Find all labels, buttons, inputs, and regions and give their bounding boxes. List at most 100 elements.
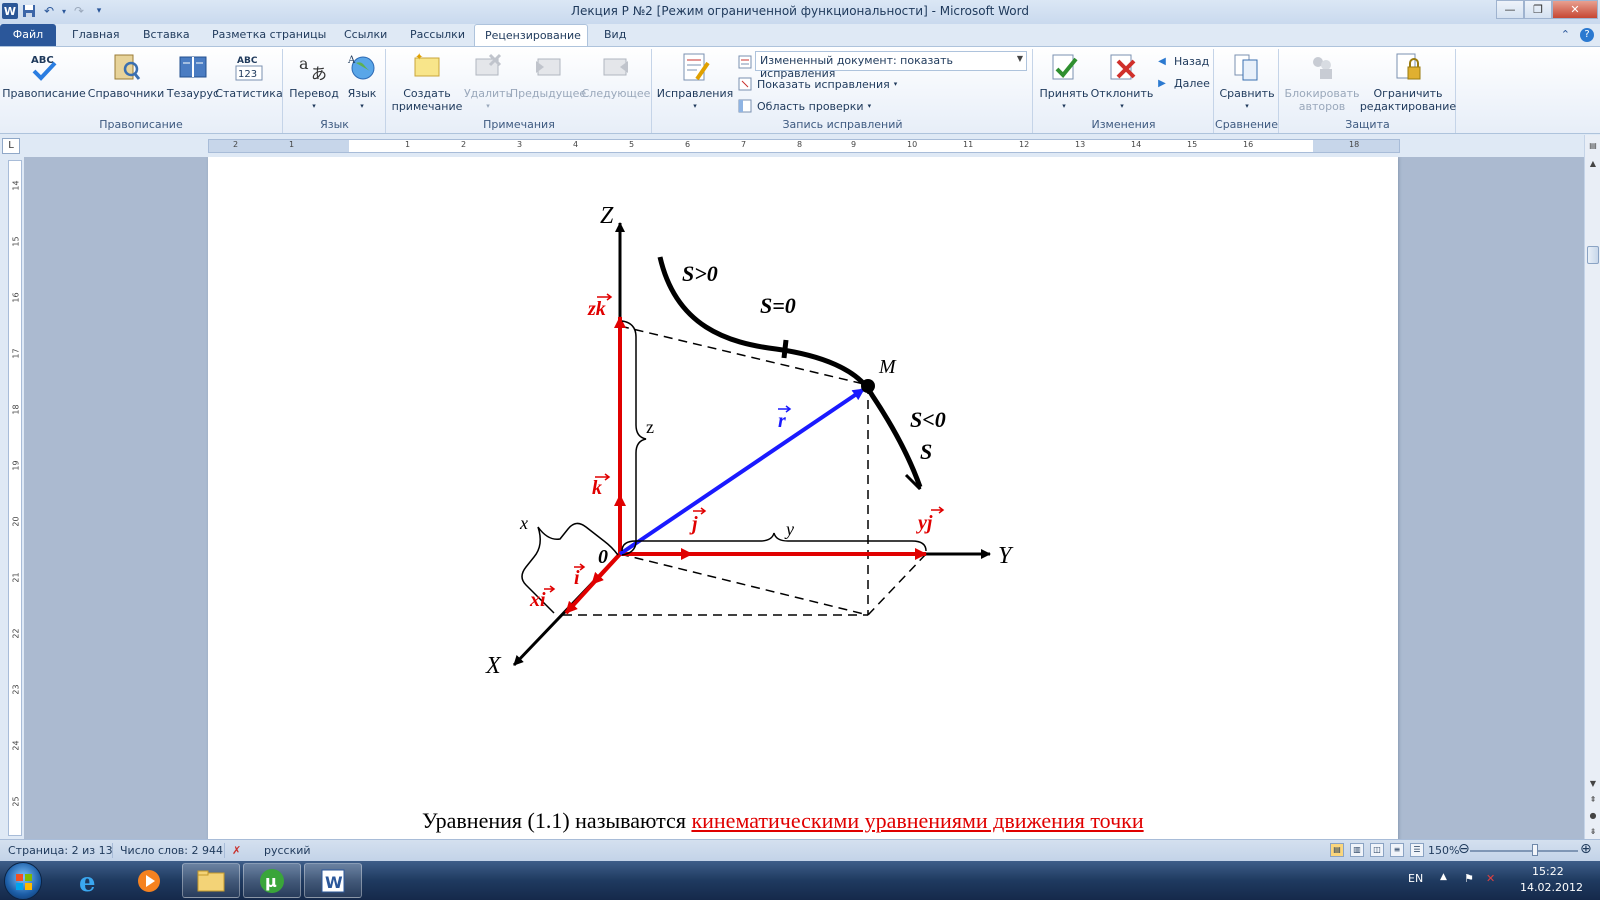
zoom-level[interactable]: 150% bbox=[1428, 844, 1459, 857]
action-center-icon[interactable]: ⚑ bbox=[1464, 872, 1474, 885]
delete-comment-label: Удалить bbox=[463, 87, 513, 100]
clock-time[interactable]: 15:22 bbox=[1532, 865, 1564, 878]
previous-comment-button[interactable]: Предыдущее bbox=[509, 51, 587, 100]
tab-insert[interactable]: Вставка bbox=[133, 24, 200, 46]
taskbar-media-player[interactable] bbox=[120, 863, 178, 898]
tab-file[interactable]: Файл bbox=[0, 24, 56, 46]
web-layout-button[interactable]: ◫ bbox=[1370, 843, 1384, 857]
language-button[interactable]: A Язык ▾ bbox=[342, 51, 382, 113]
label-r: r bbox=[778, 410, 786, 432]
tab-home[interactable]: Главная bbox=[62, 24, 130, 46]
taskbar-internet-explorer[interactable]: e bbox=[60, 863, 118, 898]
tab-view[interactable]: Вид bbox=[594, 24, 636, 46]
block-authors-button[interactable]: Блокировать авторов bbox=[1284, 51, 1360, 113]
research-button[interactable]: Справочники bbox=[88, 51, 164, 100]
ruler-toggle-icon[interactable]: ▤ bbox=[1585, 137, 1600, 153]
reject-label: Отклонить bbox=[1090, 87, 1154, 100]
page-indicator[interactable]: Страница: 2 из 13 bbox=[8, 844, 113, 857]
vertical-scrollbar[interactable]: ▤ ▲ ▼ ⇞ ● ⇟ bbox=[1584, 135, 1600, 839]
word-count[interactable]: Число слов: 2 944 bbox=[120, 844, 223, 857]
scrollbar-thumb[interactable] bbox=[1587, 246, 1599, 264]
accept-button[interactable]: Принять ▾ bbox=[1038, 51, 1090, 113]
next-comment-icon bbox=[600, 51, 632, 83]
window-title: Лекция Р №2 [Режим ограниченной функцион… bbox=[571, 4, 1029, 18]
dropdown-arrow-icon: ▾ bbox=[893, 80, 898, 88]
thesaurus-button[interactable]: Тезаурус bbox=[166, 51, 220, 100]
previous-comment-label: Предыдущее bbox=[509, 87, 587, 100]
ruler-number: 13 bbox=[1075, 140, 1086, 149]
reject-button[interactable]: Отклонить ▾ bbox=[1090, 51, 1154, 113]
taskbar-explorer[interactable] bbox=[182, 863, 240, 898]
language-indicator[interactable]: русский bbox=[264, 844, 311, 857]
tab-mailings[interactable]: Рассылки bbox=[400, 24, 475, 46]
collapse-ribbon-icon[interactable]: ⌃ bbox=[1561, 28, 1570, 42]
ruler-number: 18 bbox=[1349, 140, 1360, 149]
input-language-indicator[interactable]: EN bbox=[1408, 872, 1423, 885]
minimize-button[interactable]: — bbox=[1496, 0, 1524, 19]
track-changes-button[interactable]: Исправления ▾ bbox=[657, 51, 733, 113]
origin-label: 0 bbox=[598, 546, 608, 568]
zoom-slider-thumb[interactable] bbox=[1532, 844, 1538, 856]
ruler-number: 15 bbox=[11, 236, 21, 247]
volume-muted-icon[interactable]: ✕ bbox=[1486, 872, 1495, 885]
spelling-button[interactable]: ABC Правописание bbox=[2, 51, 85, 100]
compare-button[interactable]: Сравнить ▾ bbox=[1217, 51, 1277, 113]
ruler-number: 19 bbox=[11, 460, 21, 471]
restore-button[interactable]: ❐ bbox=[1524, 0, 1552, 19]
group-label-changes: Изменения bbox=[1091, 118, 1156, 131]
browse-object-button[interactable]: ● bbox=[1585, 807, 1600, 823]
tab-page-layout[interactable]: Разметка страницы bbox=[202, 24, 336, 46]
divider bbox=[112, 843, 113, 858]
next-comment-button[interactable]: Следующее bbox=[582, 51, 650, 100]
body-paragraph[interactable]: Уравнения (1.1) называются кинематически… bbox=[422, 808, 1144, 834]
svg-text:あ: あ bbox=[311, 64, 327, 83]
label-s: S bbox=[920, 439, 932, 464]
previous-page-button[interactable]: ⇞ bbox=[1585, 791, 1600, 807]
print-layout-view-button[interactable]: ▤ bbox=[1330, 843, 1344, 857]
scroll-down-button[interactable]: ▼ bbox=[1585, 775, 1600, 791]
reviewing-pane-button[interactable]: Область проверки ▾ bbox=[737, 98, 871, 114]
outline-view-button[interactable]: ≡ bbox=[1390, 843, 1404, 857]
label-x-scalar: x bbox=[519, 513, 528, 533]
help-icon[interactable]: ? bbox=[1580, 28, 1594, 42]
ruler-number: 5 bbox=[629, 140, 635, 149]
close-button[interactable]: ✕ bbox=[1552, 0, 1598, 19]
restrict-editing-button[interactable]: Ограничить редактирование bbox=[1360, 51, 1456, 113]
translate-button[interactable]: aあ Перевод ▾ bbox=[289, 51, 339, 113]
proofing-error-icon[interactable]: ✗ bbox=[232, 844, 241, 857]
restrict-editing-icon bbox=[1392, 51, 1424, 83]
zoom-out-button[interactable]: ⊖ bbox=[1458, 841, 1470, 857]
show-hidden-icons-button[interactable]: ▲ bbox=[1440, 872, 1447, 882]
taskbar-word[interactable]: W bbox=[304, 863, 362, 898]
ruler-number: 12 bbox=[1019, 140, 1030, 149]
taskbar-utorrent[interactable]: μ bbox=[243, 863, 301, 898]
horizontal-ruler[interactable]: 2 1 1 2 3 4 5 6 7 8 9 10 11 12 13 14 15 … bbox=[208, 139, 1400, 153]
status-bar: Страница: 2 из 13 Число слов: 2 944 ✗ ру… bbox=[0, 839, 1600, 861]
svg-text:123: 123 bbox=[238, 69, 257, 80]
show-markup-button[interactable]: Показать исправления ▾ bbox=[737, 76, 897, 92]
start-button[interactable] bbox=[4, 862, 42, 900]
word-count-button[interactable]: ABC 123 Статистика bbox=[215, 51, 282, 100]
draft-view-button[interactable]: ☰ bbox=[1410, 843, 1424, 857]
tab-selector[interactable]: L bbox=[2, 138, 20, 154]
scroll-up-button[interactable]: ▲ bbox=[1585, 155, 1600, 171]
document-page[interactable]: Z Y X 0 zk k j yj i xi r z y x M S>0 S=0… bbox=[208, 157, 1398, 839]
tab-references[interactable]: Ссылки bbox=[334, 24, 397, 46]
new-comment-button[interactable]: ✦ Создать примечание bbox=[391, 51, 463, 113]
tab-review[interactable]: Рецензирование bbox=[474, 24, 588, 46]
display-for-review-select[interactable]: Измененный документ: показать исправлени… bbox=[755, 51, 1027, 80]
zoom-slider[interactable] bbox=[1470, 850, 1578, 852]
delete-comment-button[interactable]: Удалить ▾ bbox=[463, 51, 513, 113]
next-change-button[interactable]: ▶ Далее bbox=[1154, 75, 1210, 91]
translate-icon: aあ bbox=[298, 51, 330, 83]
previous-change-button[interactable]: ◀ Назад bbox=[1154, 53, 1209, 69]
full-screen-reading-button[interactable]: ▥ bbox=[1350, 843, 1364, 857]
zoom-in-button[interactable]: ⊕ bbox=[1580, 841, 1592, 857]
vector-r bbox=[618, 387, 866, 556]
next-change-label: Далее bbox=[1174, 76, 1210, 90]
vertical-ruler[interactable]: 14 15 16 17 18 19 20 21 22 23 24 25 bbox=[8, 160, 22, 836]
divider bbox=[224, 843, 225, 858]
clock-date[interactable]: 14.02.2012 bbox=[1520, 881, 1583, 894]
axis-z-label: Z bbox=[600, 203, 614, 229]
next-page-button[interactable]: ⇟ bbox=[1585, 823, 1600, 839]
